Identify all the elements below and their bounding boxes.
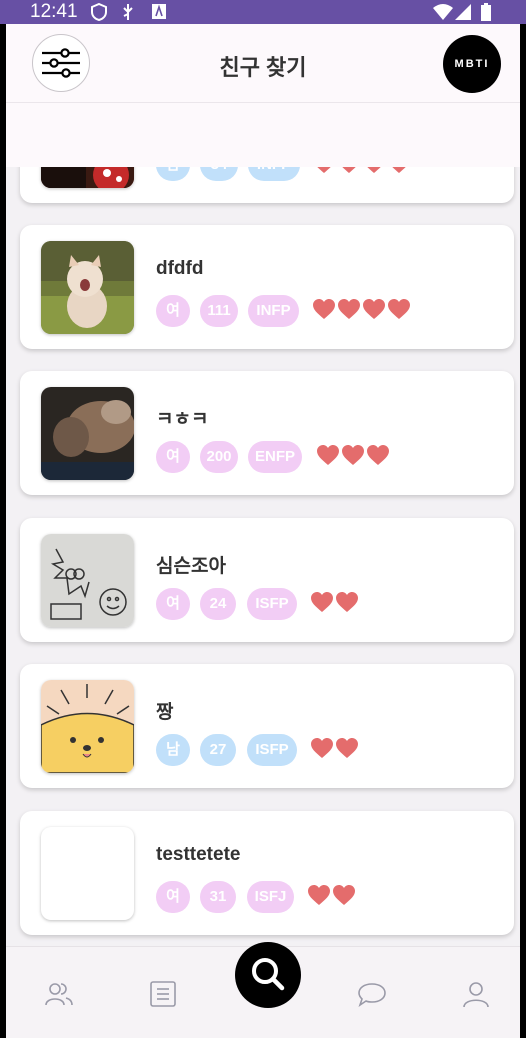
friend-card[interactable]: 남 34 INFP	[20, 167, 514, 203]
heart-icon	[342, 167, 356, 173]
gender-chip: 여	[156, 295, 190, 327]
friend-photo	[41, 534, 134, 627]
age-chip: 34	[200, 167, 238, 181]
mbti-chip: INFP	[248, 295, 299, 327]
friend-photo	[41, 680, 134, 773]
status-bar: 12:41	[0, 0, 526, 24]
heart-icon	[311, 738, 333, 758]
gender-chip: 여	[156, 588, 190, 620]
compatibility-hearts	[316, 444, 391, 468]
search-icon	[252, 958, 285, 991]
age-chip: 31	[200, 881, 236, 913]
wifi-icon	[433, 4, 453, 20]
friends-icon[interactable]	[44, 979, 74, 1009]
gender-chip: 여	[156, 881, 190, 913]
age-chip: 200	[200, 441, 238, 473]
age-chip: 24	[200, 588, 236, 620]
status-time: 12:41	[30, 1, 78, 22]
friend-name: testtetete	[156, 844, 241, 865]
friend-card[interactable]: 짱 남 27 ISFP	[20, 664, 514, 788]
heart-icon	[392, 167, 406, 173]
friend-card[interactable]: 심슨조아 여 24 ISFP	[20, 518, 514, 642]
heart-icon	[338, 299, 360, 319]
friend-photo	[41, 167, 134, 188]
compatibility-hearts	[312, 167, 412, 176]
friend-photo	[41, 827, 134, 920]
compatibility-hearts	[312, 298, 412, 322]
age-chip: 27	[200, 734, 236, 766]
heart-icon	[313, 299, 335, 319]
compatibility-hearts	[307, 884, 357, 908]
board-icon[interactable]	[148, 979, 178, 1009]
heart-icon	[333, 885, 355, 905]
friend-list[interactable]: 남 34 INFP dfdfd 여 111 INFP	[6, 167, 520, 947]
friend-name: ㅋㅎㅋ	[156, 409, 209, 430]
gender-chip: 남	[156, 167, 190, 181]
age-chip: 111	[200, 295, 238, 327]
heart-icon	[367, 167, 381, 173]
signal-icon	[455, 4, 471, 20]
heart-icon	[308, 885, 330, 905]
mbti-chip: INFP	[248, 167, 300, 181]
friend-name: 심슨조아	[156, 556, 226, 577]
mbti-button[interactable]: MBTI	[443, 35, 501, 93]
mbti-chip: ENFP	[248, 441, 302, 473]
filter-area	[6, 103, 520, 167]
usb-icon	[123, 4, 133, 20]
friend-photo	[41, 241, 134, 334]
friend-name: 짱	[156, 702, 174, 723]
chat-icon[interactable]	[357, 979, 387, 1009]
heart-icon	[388, 299, 410, 319]
heart-icon	[317, 167, 331, 173]
compatibility-hearts	[310, 737, 360, 761]
friend-card[interactable]: ㅋㅎㅋ 여 200 ENFP	[20, 371, 514, 495]
friend-card[interactable]: dfdfd 여 111 INFP	[20, 225, 514, 349]
heart-icon	[363, 299, 385, 319]
heart-icon	[342, 445, 364, 465]
screen: 친구 찾기 MBTI 남 34 INFP	[6, 24, 520, 1038]
mbti-chip: ISFJ	[247, 881, 294, 913]
mbti-chip: ISFP	[247, 588, 297, 620]
notification-icon	[152, 4, 166, 19]
heart-icon	[317, 445, 339, 465]
profile-icon[interactable]	[461, 979, 491, 1009]
heart-icon	[336, 592, 358, 612]
shield-icon	[91, 3, 107, 21]
heart-icon	[367, 445, 389, 465]
friend-card[interactable]: testtetete 여 31 ISFJ	[20, 811, 514, 935]
battery-icon	[481, 3, 491, 21]
search-button[interactable]	[235, 942, 301, 1008]
friend-name: dfdfd	[156, 258, 204, 279]
heart-icon	[336, 738, 358, 758]
heart-icon	[311, 592, 333, 612]
friend-photo	[41, 387, 134, 480]
gender-chip: 여	[156, 441, 190, 473]
app-bar: 친구 찾기 MBTI	[6, 24, 520, 103]
gender-chip: 남	[156, 734, 190, 766]
compatibility-hearts	[310, 591, 360, 615]
mbti-chip: ISFP	[247, 734, 297, 766]
